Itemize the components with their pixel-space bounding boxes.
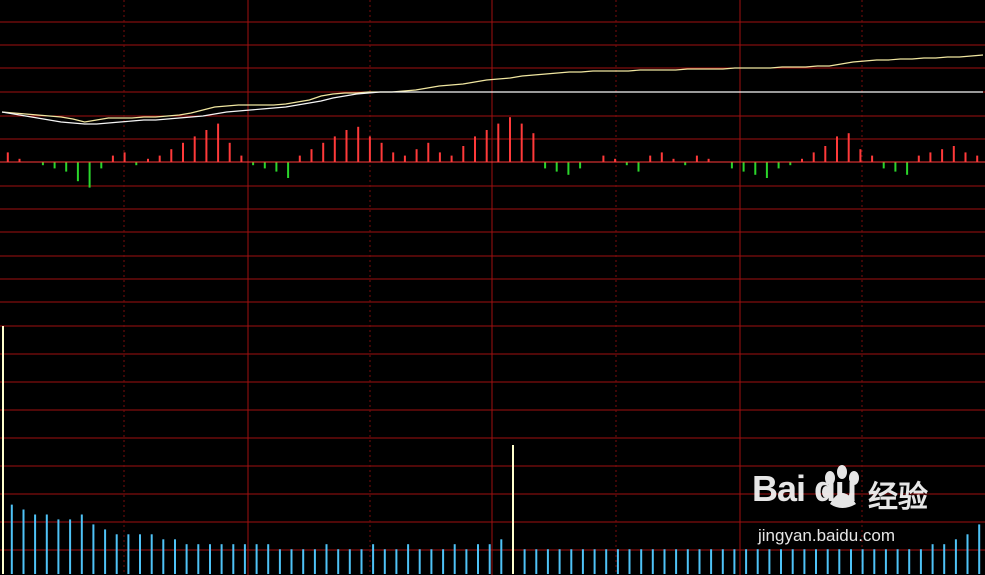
watermark-cn: 经验 — [868, 480, 928, 515]
watermark-url: jingyan.baidu.com — [758, 526, 896, 545]
intraday-chart-window: Bai du 经验 jingyan.baidu.com — [0, 0, 985, 575]
baidu-paw-icon — [822, 465, 859, 508]
baidu-jingyan-watermark: Bai du 经验 jingyan.baidu.com — [752, 465, 977, 552]
